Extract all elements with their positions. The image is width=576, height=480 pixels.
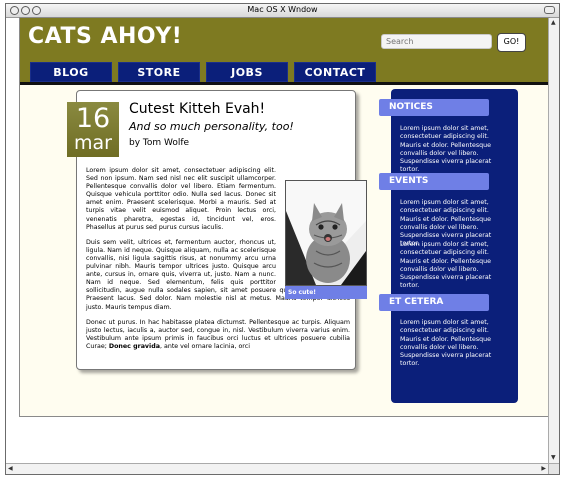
etcetera-heading: ET CETERA [379,294,489,311]
title-bar: Mac OS X Wndow [6,4,559,18]
post-subtitle: And so much personality, too! [129,120,294,133]
events-text: Lorem ipsum dolor sit amet, consectetuer… [400,241,492,290]
web-page: CATS AHOY! GO! BLOG STORE JOBS CONTACT 1… [19,17,550,417]
nav-store[interactable]: STORE [118,62,200,82]
site-logo[interactable]: CATS AHOY! [28,24,182,49]
toolbar-toggle-icon[interactable] [544,6,555,14]
events-heading: EVENTS [379,173,489,190]
nav-contact[interactable]: CONTACT [294,62,376,82]
resize-handle[interactable] [548,463,559,474]
vertical-scrollbar[interactable]: ▲ ▼ [548,18,559,463]
nav-blog[interactable]: BLOG [30,62,112,82]
date-day: 16 [75,103,111,134]
paragraph: Donec ut purus. In hac habitasse platea … [86,319,350,351]
site-header: CATS AHOY! GO! BLOG STORE JOBS CONTACT [20,18,549,85]
paragraph-text: , ante vel ornare lacinia, orci [159,342,250,350]
blog-post: 16 mar Cutest Kitteh Evah! And so much p… [67,90,367,370]
cat-photo [285,180,367,286]
post-title[interactable]: Cutest Kitteh Evah! [129,101,265,117]
date-month: mar [74,132,112,154]
go-button[interactable]: GO! [497,33,526,52]
paragraph-text: Lorem ipsum dolor sit amet, consectetuer… [86,167,276,231]
scroll-left-icon[interactable]: ◀ [8,465,13,473]
search-input[interactable] [381,34,492,49]
scroll-right-icon[interactable]: ▶ [541,465,546,473]
bold-text: Donec gravida [108,342,160,350]
scroll-down-icon[interactable]: ▼ [551,454,556,462]
nav-jobs[interactable]: JOBS [206,62,288,82]
notices-heading: NOTICES [379,99,489,116]
post-byline: by Tom Wolfe [129,138,190,148]
horizontal-scrollbar[interactable]: ◀ ▶ [6,463,548,474]
scroll-up-icon[interactable]: ▲ [551,19,556,27]
window-title: Mac OS X Wndow [247,5,318,14]
photo-caption: So cute! [285,286,367,299]
etcetera-text: Lorem ipsum dolor sit amet, consectetuer… [400,319,492,368]
sidebar: NOTICES Lorem ipsum dolor sit amet, cons… [379,89,518,403]
notices-text: Lorem ipsum dolor sit amet, consectetuer… [400,125,492,174]
cat-image [286,181,366,285]
date-badge: 16 mar [67,102,119,157]
browser-window: Mac OS X Wndow CATS AHOY! GO! BLOG STORE… [5,3,560,475]
